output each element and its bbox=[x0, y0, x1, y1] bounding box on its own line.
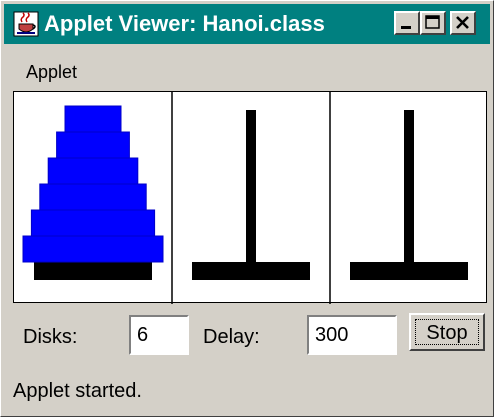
menu-bar: Applet bbox=[4, 56, 490, 90]
menu-item-applet[interactable]: Applet bbox=[26, 60, 77, 84]
minimize-button[interactable] bbox=[394, 11, 420, 35]
window-title: Applet Viewer: Hanoi.class bbox=[44, 11, 325, 36]
peg-base bbox=[34, 262, 152, 280]
stop-button[interactable]: Stop bbox=[409, 313, 485, 351]
close-icon bbox=[456, 16, 469, 29]
maximize-button[interactable] bbox=[420, 11, 446, 35]
disk[interactable] bbox=[39, 183, 147, 211]
delay-label: Delay: bbox=[203, 326, 260, 348]
applet-viewer-window: Applet Viewer: Hanoi.class Applet Disks:… bbox=[0, 0, 494, 417]
disk[interactable] bbox=[64, 105, 122, 133]
peg-base bbox=[350, 262, 468, 280]
stop-button-label: Stop bbox=[415, 319, 479, 345]
disks-input[interactable] bbox=[129, 315, 189, 355]
disk[interactable] bbox=[56, 131, 130, 159]
close-button[interactable] bbox=[450, 11, 476, 35]
delay-input[interactable] bbox=[307, 315, 397, 355]
peg-pole bbox=[246, 110, 256, 262]
disk[interactable] bbox=[30, 209, 156, 237]
java-applet-icon bbox=[13, 11, 39, 37]
hanoi-drawing bbox=[22, 92, 468, 304]
minimize-icon bbox=[401, 26, 411, 29]
peg-pole bbox=[404, 110, 414, 262]
disk[interactable] bbox=[47, 157, 139, 185]
title-bar[interactable]: Applet Viewer: Hanoi.class bbox=[4, 4, 490, 44]
peg-base bbox=[192, 262, 310, 280]
disks-label: Disks: bbox=[23, 326, 78, 348]
status-text: Applet started. bbox=[13, 380, 142, 402]
maximize-icon bbox=[425, 15, 440, 29]
hanoi-canvas bbox=[13, 91, 487, 304]
disk[interactable] bbox=[22, 235, 164, 263]
